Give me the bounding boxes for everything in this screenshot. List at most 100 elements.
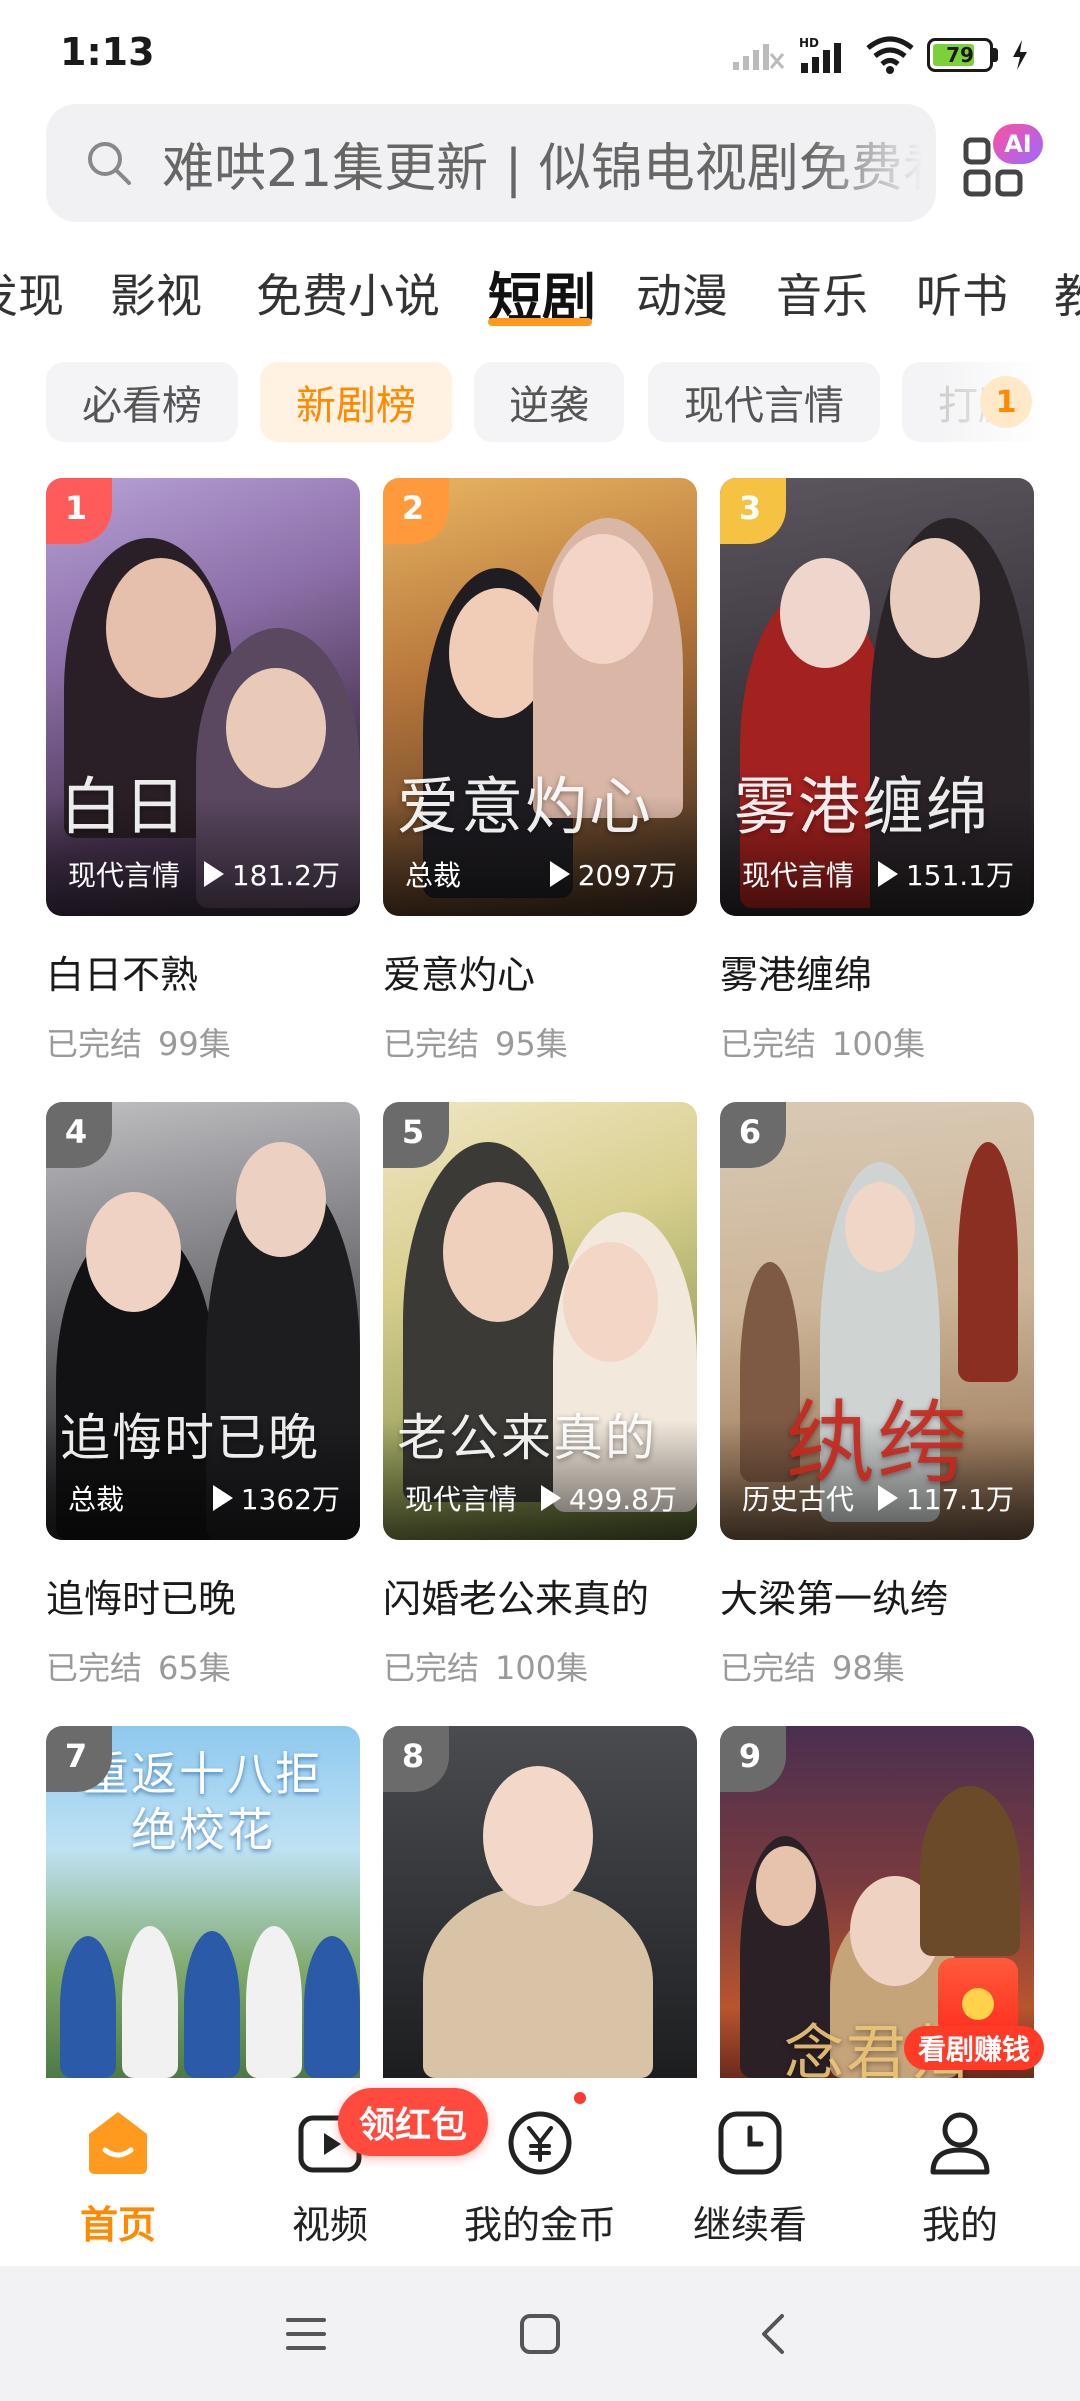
drama-title[interactable]: 雾港缠绵 <box>720 944 1034 999</box>
home-square-icon[interactable] <box>516 2310 564 2358</box>
drama-title[interactable]: 白日不熟 <box>46 944 360 999</box>
chip-new-drama[interactable]: 新剧榜 <box>260 362 452 442</box>
charging-icon <box>1013 40 1027 70</box>
drama-episodes: 100集 <box>832 1025 926 1063</box>
tab-audiobook[interactable]: 听书 <box>916 260 1008 326</box>
drama-poster[interactable]: 白日 1 现代言情 181.2万 <box>46 478 360 916</box>
watch-earn-label: 看剧赚钱 <box>904 2026 1044 2070</box>
ai-badge[interactable]: AI <box>993 124 1043 164</box>
play-count-value: 181.2万 <box>231 859 340 892</box>
chip-counter-badge: 1 <box>980 376 1032 428</box>
search-bar[interactable]: 难哄21集更新 | 似锦电视剧免费看 <box>46 104 936 222</box>
drama-title[interactable]: 大梁第一纨绔 <box>720 1568 1034 1623</box>
drama-card[interactable]: 8 <box>383 1726 697 2078</box>
drama-status: 已完结 <box>46 1649 143 1687</box>
menu-icon[interactable] <box>282 2310 330 2358</box>
drama-meta: 已完结 99集 <box>46 1019 360 1065</box>
drama-card[interactable]: 重返十八拒绝校花 7 <box>46 1726 360 2078</box>
poster-title-art: 爱意灼心 <box>397 770 654 843</box>
nav-coins-label: 我的金币 <box>463 2203 616 2247</box>
drama-status: 已完结 <box>720 1649 817 1687</box>
nav-home[interactable]: 首页 <box>38 2108 198 2249</box>
rank-badge: 3 <box>720 478 786 544</box>
watch-earn-reward[interactable]: 看剧赚钱 <box>904 1958 1044 2078</box>
status-time: 1:13 <box>60 30 155 74</box>
coin-icon <box>508 2111 572 2175</box>
drama-card[interactable]: 追悔时已晚 4 总裁 1362万 追悔时已晚 已完结 65集 <box>46 1102 360 1689</box>
genre-label: 现代言情 <box>405 1483 518 1516</box>
chip-comeback[interactable]: 逆袭 <box>474 362 624 442</box>
drama-card[interactable]: 老公来真的 5 现代言情 499.8万 闪婚老公来真的 已完结 100集 <box>383 1102 697 1689</box>
genre-label: 总裁 <box>68 1483 125 1516</box>
chip-modern-romance[interactable]: 现代言情 <box>648 362 880 442</box>
tab-anime[interactable]: 动漫 <box>636 260 728 326</box>
drama-status: 已完结 <box>720 1025 817 1063</box>
drama-status: 已完结 <box>383 1649 480 1687</box>
battery-percent: 79 <box>946 43 974 67</box>
poster-title-art: 老公来真的 <box>397 1409 657 1467</box>
nav-home-label: 首页 <box>79 2203 156 2247</box>
drama-status: 已完结 <box>46 1025 143 1063</box>
play-count-value: 117.1万 <box>905 1483 1014 1516</box>
status-bar: 1:13 HD 79 <box>0 0 1080 100</box>
drama-poster[interactable]: 爱意灼心 2 总裁 2097万 <box>383 478 697 916</box>
play-count: 2097万 <box>549 854 677 894</box>
play-count: 1362万 <box>212 1478 340 1518</box>
nav-continue[interactable]: 继续看 <box>670 2108 830 2249</box>
red-envelope-icon <box>938 1958 1018 2036</box>
search-placeholder: 难哄21集更新 | 似锦电视剧免费看 <box>162 138 922 199</box>
play-count-value: 1362万 <box>240 1483 340 1516</box>
drama-poster[interactable]: 重返十八拒绝校花 7 <box>46 1726 360 2078</box>
red-packet-button[interactable]: 领红包 <box>338 2088 488 2156</box>
svg-text:HD: HD <box>799 36 819 50</box>
drama-title[interactable]: 追悔时已晚 <box>46 1568 360 1623</box>
play-count: 499.8万 <box>540 1478 677 1518</box>
drama-meta: 已完结 100集 <box>720 1019 1034 1065</box>
drama-poster[interactable]: 8 <box>383 1726 697 2078</box>
genre-label: 现代言情 <box>68 859 181 892</box>
drama-meta: 已完结 100集 <box>383 1643 697 1689</box>
play-icon <box>877 861 898 887</box>
nav-profile-label: 我的 <box>921 2203 998 2247</box>
nav-profile[interactable]: 我的 <box>880 2108 1040 2249</box>
drama-episodes: 95集 <box>495 1025 568 1063</box>
drama-poster[interactable]: 纨绔 6 历史古代 117.1万 <box>720 1102 1034 1540</box>
wifi-icon <box>866 36 914 74</box>
drama-poster[interactable]: 老公来真的 5 现代言情 499.8万 <box>383 1102 697 1540</box>
play-count-value: 2097万 <box>577 859 677 892</box>
play-icon <box>212 1485 233 1511</box>
chip-must-watch[interactable]: 必看榜 <box>46 362 238 442</box>
tab-music[interactable]: 音乐 <box>776 260 868 326</box>
drama-poster[interactable]: 追悔时已晚 4 总裁 1362万 <box>46 1102 360 1540</box>
play-icon <box>540 1485 561 1511</box>
battery-icon: 79 <box>927 38 998 72</box>
tab-film[interactable]: 影视 <box>110 260 202 326</box>
drama-poster[interactable]: 雾港缠绵 3 现代言情 151.1万 <box>720 478 1034 916</box>
genre-label: 现代言情 <box>742 859 855 892</box>
drama-card[interactable]: 雾港缠绵 3 现代言情 151.1万 雾港缠绵 已完结 100集 <box>720 478 1034 1065</box>
rank-badge: 9 <box>720 1726 786 1792</box>
back-icon[interactable] <box>750 2310 798 2358</box>
drama-card[interactable]: 爱意灼心 2 总裁 2097万 爱意灼心 已完结 95集 <box>383 478 697 1065</box>
tab-discover[interactable]: 发现 <box>0 260 64 326</box>
tab-free-novel[interactable]: 免费小说 <box>256 260 440 326</box>
rank-badge: 5 <box>383 1102 449 1168</box>
drama-episodes: 99集 <box>158 1025 231 1063</box>
nav-continue-label: 继续看 <box>692 2203 807 2247</box>
play-icon <box>203 861 224 887</box>
system-nav-bar <box>0 2266 1080 2401</box>
rank-badge: 1 <box>46 478 112 544</box>
tab-education[interactable]: 教 <box>1054 260 1080 326</box>
signal-hd-icon: HD <box>799 36 841 73</box>
drama-card[interactable]: 纨绔 6 历史古代 117.1万 大梁第一纨绔 已完结 98集 <box>720 1102 1034 1689</box>
drama-title[interactable]: 闪婚老公来真的 <box>383 1568 697 1623</box>
drama-card[interactable]: 白日 1 现代言情 181.2万 白日不熟 已完结 99集 <box>46 478 360 1065</box>
poster-title-art: 白日 <box>60 770 189 843</box>
play-count: 151.1万 <box>877 854 1014 894</box>
play-count-value: 151.1万 <box>905 859 1014 892</box>
drama-meta: 已完结 65集 <box>46 1643 360 1689</box>
drama-episodes: 100集 <box>495 1649 589 1687</box>
poster-title-art: 追悔时已晚 <box>60 1409 320 1467</box>
filter-chips: 必看榜 新剧榜 逆袭 现代言情 打脸 <box>0 362 1080 444</box>
drama-title[interactable]: 爱意灼心 <box>383 944 697 999</box>
